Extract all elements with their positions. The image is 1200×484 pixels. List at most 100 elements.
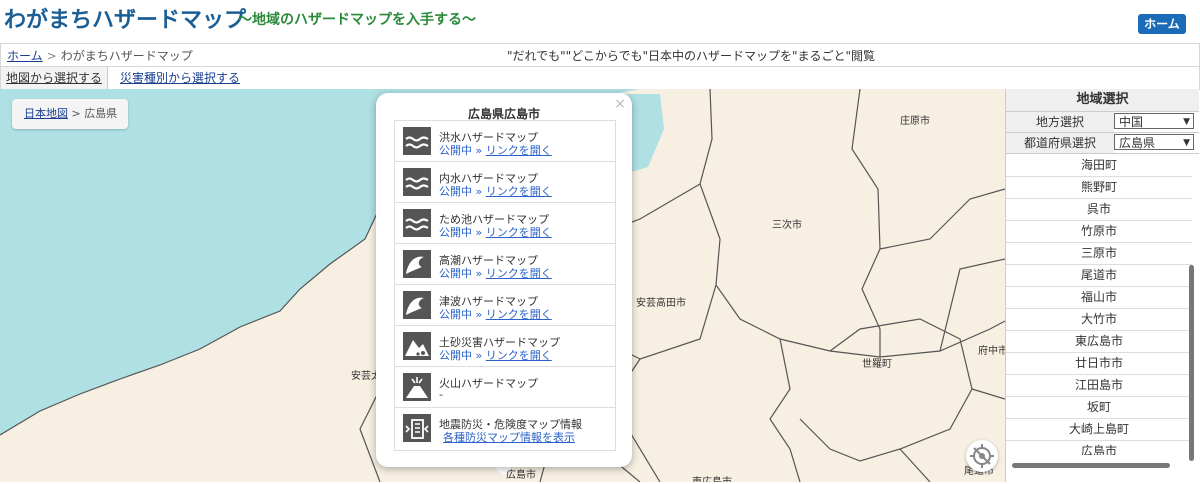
city-item[interactable]: 大竹市 xyxy=(1006,309,1192,331)
city-item[interactable]: 三原市 xyxy=(1006,243,1192,265)
city-item[interactable]: 広島市 xyxy=(1006,441,1192,455)
map-breadcrumb: 日本地図 > 広島県 xyxy=(12,99,128,129)
city-item[interactable]: 竹原市 xyxy=(1006,221,1192,243)
crosshair-icon xyxy=(970,444,994,468)
hazard-item-tsunami: 津波ハザードマップ 公開中 » リンクを開く xyxy=(395,285,615,326)
prefecture-select-label: 都道府県選択 xyxy=(1006,133,1114,153)
hazard-arrow: » xyxy=(475,349,483,362)
hazard-status-line: 公開中 » リンクを開く xyxy=(439,306,552,322)
hazard-item-storm-surge: 高潮ハザードマップ 公開中 » リンクを開く xyxy=(395,244,615,285)
popup-pointer xyxy=(493,466,513,476)
tsunami-icon xyxy=(403,291,431,319)
map-breadcrumb-current: 広島県 xyxy=(84,107,118,120)
hazard-item-reservoir: ため池ハザードマップ 公開中 » リンクを開く xyxy=(395,203,615,244)
region-select-sidebar: 地域選択 地方選択 中国 ▼ 都道府県選択 広島県 ▼ 海田町 熊野町 呉市 竹… xyxy=(1005,89,1199,482)
selection-tabs: 地図から選択する 災害種別から選択する xyxy=(0,66,1200,90)
hazard-open-link[interactable]: リンクを開く xyxy=(486,308,552,321)
hazard-status-line: - xyxy=(439,388,443,401)
hazard-status-line: 公開中 » リンクを開く xyxy=(439,347,552,363)
region-select-value: 中国 xyxy=(1119,115,1144,129)
place-label-fuchu: 府中市 xyxy=(978,346,1005,357)
hazard-arrow: » xyxy=(475,226,483,239)
chevron-down-icon: ▼ xyxy=(1183,138,1190,148)
prefecture-select-row: 都道府県選択 広島県 ▼ xyxy=(1006,133,1199,154)
hazard-status-line: 公開中 » リンクを開く xyxy=(439,183,552,199)
earthquake-icon xyxy=(403,414,431,442)
hazard-open-link[interactable]: リンクを開く xyxy=(486,349,552,362)
hazard-status: 公開中 xyxy=(439,226,472,239)
hazard-arrow: » xyxy=(475,267,483,280)
hazard-open-link[interactable]: リンクを開く xyxy=(486,226,552,239)
storm-surge-icon xyxy=(403,250,431,278)
tab-select-by-map[interactable]: 地図から選択する xyxy=(1,67,109,89)
tagline: "だれでも""どこからでも"日本中のハザードマップを"まるごと"閲覧 xyxy=(507,49,876,63)
hazard-item-earthquake: 地震防災・危険度マップ情報 各種防災マップ情報を表示 xyxy=(395,408,615,450)
hazard-item-flood: 洪水ハザードマップ 公開中 » リンクを開く xyxy=(395,121,615,162)
city-item[interactable]: 廿日市市 xyxy=(1006,353,1192,375)
region-select-label: 地方選択 xyxy=(1006,112,1114,132)
site-subtitle: 〜地域のハザードマップを入手する〜 xyxy=(238,12,476,28)
hazard-status: 公開中 xyxy=(439,349,472,362)
tab-select-by-disaster-type[interactable]: 災害種別から選択する xyxy=(115,67,245,89)
map-breadcrumb-separator: > xyxy=(71,107,81,120)
hazard-status: 公開中 xyxy=(439,267,472,280)
hazard-item-inland-flood: 内水ハザードマップ 公開中 » リンクを開く xyxy=(395,162,615,203)
hazard-list: 洪水ハザードマップ 公開中 » リンクを開く 内水ハザードマップ 公開中 » リ… xyxy=(394,120,616,451)
breadcrumb-separator: > xyxy=(46,49,57,63)
city-item[interactable]: 江田島市 xyxy=(1006,375,1192,397)
hazard-open-link[interactable]: リンクを開く xyxy=(486,267,552,280)
city-item[interactable]: 福山市 xyxy=(1006,287,1192,309)
place-label-higashihiroshima: 東広島市 xyxy=(692,473,732,482)
city-item[interactable]: 熊野町 xyxy=(1006,177,1192,199)
landslide-icon xyxy=(403,332,431,360)
hazard-status: 公開中 xyxy=(439,308,472,321)
chevron-down-icon: ▼ xyxy=(1183,117,1190,127)
reservoir-icon xyxy=(403,209,431,237)
place-label-miyoshi: 三次市 xyxy=(772,220,802,231)
earthquake-info-link[interactable]: 各種防災マップ情報を表示 xyxy=(443,431,575,444)
vertical-scrollbar[interactable] xyxy=(1189,265,1194,461)
hazard-open-link[interactable]: リンクを開く xyxy=(486,185,552,198)
hazard-status-line: 公開中 » リンクを開く xyxy=(439,142,552,158)
city-item[interactable]: 呉市 xyxy=(1006,199,1192,221)
place-label-shobara: 庄原市 xyxy=(900,116,930,127)
city-item[interactable]: 海田町 xyxy=(1006,155,1192,177)
city-item[interactable]: 尾道市 xyxy=(1006,265,1192,287)
hazard-item-landslide: 土砂災害ハザードマップ 公開中 » リンクを開く xyxy=(395,326,615,367)
hazard-item-volcano: 火山ハザードマップ - xyxy=(395,367,615,408)
region-select-row: 地方選択 中国 ▼ xyxy=(1006,112,1199,133)
region-select[interactable]: 中国 ▼ xyxy=(1114,113,1194,129)
hazard-status: - xyxy=(439,388,443,401)
prefecture-select-value: 広島県 xyxy=(1119,136,1156,150)
hazard-status-line: 公開中 » リンクを開く xyxy=(439,224,552,240)
hazard-name: 火山ハザードマップ xyxy=(439,377,538,390)
hazard-status-line: 公開中 » リンクを開く xyxy=(439,265,552,281)
site-title[interactable]: わがまちハザードマップ xyxy=(4,2,246,34)
inland-flood-icon xyxy=(403,168,431,196)
hazard-status-line: 各種防災マップ情報を表示 xyxy=(443,429,575,445)
sidebar-title: 地域選択 xyxy=(1006,89,1199,112)
hazard-status: 公開中 xyxy=(439,185,472,198)
home-button[interactable]: ホーム xyxy=(1138,14,1186,34)
map-breadcrumb-japan-link[interactable]: 日本地図 xyxy=(24,107,68,120)
city-list: 海田町 熊野町 呉市 竹原市 三原市 尾道市 福山市 大竹市 東広島市 廿日市市… xyxy=(1006,155,1199,455)
volcano-icon xyxy=(403,373,431,401)
hazard-arrow: » xyxy=(475,308,483,321)
horizontal-scrollbar[interactable] xyxy=(1012,463,1170,468)
city-item[interactable]: 大崎上島町 xyxy=(1006,419,1192,441)
hazard-status: 公開中 xyxy=(439,144,472,157)
hazard-arrow: » xyxy=(475,185,483,198)
place-label-sera: 世羅町 xyxy=(862,359,892,370)
prefecture-select[interactable]: 広島県 ▼ xyxy=(1114,134,1194,150)
breadcrumb: ホーム > わがまちハザードマップ xyxy=(7,47,193,64)
city-hazard-popup: × 広島県広島市 洪水ハザードマップ 公開中 » リンクを開く 内水ハザードマッ… xyxy=(376,93,632,467)
city-item[interactable]: 東広島市 xyxy=(1006,331,1192,353)
breadcrumb-home-link[interactable]: ホーム xyxy=(7,49,43,63)
flood-icon xyxy=(403,127,431,155)
hazard-arrow: » xyxy=(475,144,483,157)
city-item[interactable]: 坂町 xyxy=(1006,397,1192,419)
breadcrumb-current: わがまちハザードマップ xyxy=(60,49,193,63)
locate-button[interactable] xyxy=(966,440,998,472)
place-label-akitakata: 安芸高田市 xyxy=(636,298,686,309)
hazard-open-link[interactable]: リンクを開く xyxy=(486,144,552,157)
